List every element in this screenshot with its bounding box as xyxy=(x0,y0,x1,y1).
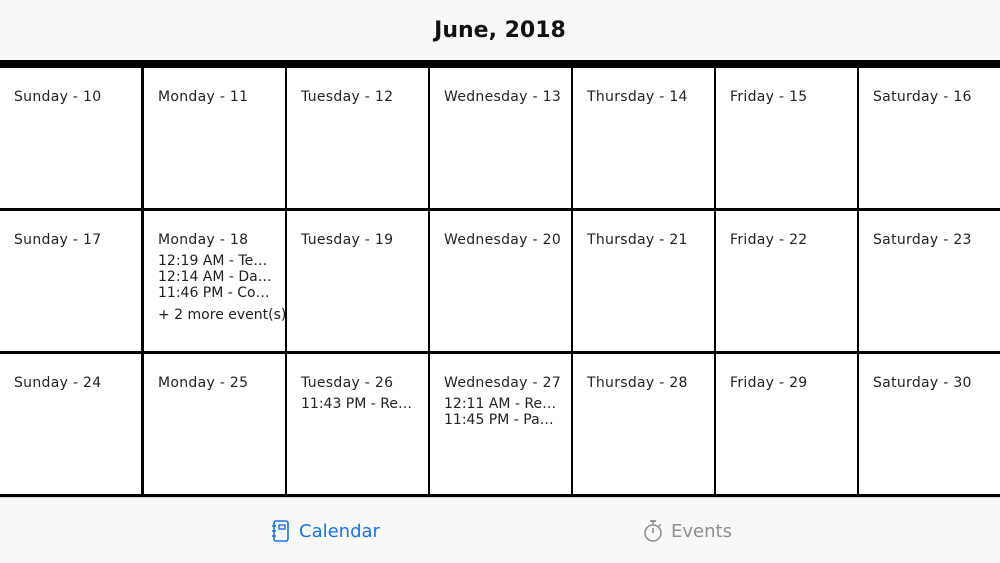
tab-calendar-label: Calendar xyxy=(299,520,380,542)
event-item[interactable]: 11:45 PM - Party! xyxy=(444,412,558,428)
day-label: Monday - 18 xyxy=(158,232,249,248)
month-title: June, 2018 xyxy=(434,17,566,43)
day-label: Saturday - 30 xyxy=(873,375,972,391)
day-cell[interactable]: Wednesday - 20 xyxy=(430,211,571,351)
day-cell[interactable]: Sunday - 24 xyxy=(0,354,141,494)
day-cell[interactable]: Wednesday - 27 12:11 AM - Relax! 11:45 PM … xyxy=(430,354,571,494)
day-label: Friday - 22 xyxy=(730,232,808,248)
day-cell[interactable]: Friday - 15 xyxy=(716,68,857,208)
day-label: Tuesday - 26 xyxy=(301,375,394,391)
calendar-icon xyxy=(271,519,291,543)
day-label: Wednesday - 20 xyxy=(444,232,562,248)
day-cell[interactable]: Thursday - 28 xyxy=(573,354,714,494)
day-label: Thursday - 21 xyxy=(587,232,688,248)
day-label: Saturday - 23 xyxy=(873,232,972,248)
day-label: Sunday - 17 xyxy=(14,232,102,248)
event-item[interactable]: 12:14 AM - Dan... xyxy=(158,269,272,285)
day-cell[interactable]: Saturday - 30 xyxy=(859,354,1000,494)
day-label: Tuesday - 19 xyxy=(301,232,394,248)
event-item[interactable]: 11:46 PM - Com... xyxy=(158,285,272,301)
day-label: Friday - 29 xyxy=(730,375,808,391)
day-label: Wednesday - 27 xyxy=(444,375,562,391)
navigation-bar: June, 2018 xyxy=(0,0,1000,60)
day-label: Monday - 25 xyxy=(158,375,249,391)
day-cell[interactable]: Sunday - 10 xyxy=(0,68,141,208)
event-item[interactable]: 11:43 PM - Retire xyxy=(301,396,415,412)
day-cell[interactable]: Friday - 22 xyxy=(716,211,857,351)
day-label: Sunday - 24 xyxy=(14,375,102,391)
tab-events[interactable]: Events xyxy=(643,518,732,544)
day-label: Wednesday - 13 xyxy=(444,89,562,105)
day-cell[interactable]: Saturday - 23 xyxy=(859,211,1000,351)
day-label: Saturday - 16 xyxy=(873,89,972,105)
day-cell[interactable]: Friday - 29 xyxy=(716,354,857,494)
event-item[interactable]: 12:11 AM - Relax! xyxy=(444,396,558,412)
day-cell[interactable]: Tuesday - 26 11:43 PM - Retire xyxy=(287,354,428,494)
calendar-week: Sunday - 17 Monday - 18 12:19 AM - Test...… xyxy=(0,211,1000,351)
calendar-grid: Sunday - 10 Monday - 11 Tuesday - 12 Wednes… xyxy=(0,60,1000,497)
day-cell[interactable]: Monday - 18 12:19 AM - Test... 12:14 AM - … xyxy=(144,211,285,351)
tab-calendar[interactable]: Calendar xyxy=(271,518,380,544)
day-label: Monday - 11 xyxy=(158,89,249,105)
day-cell[interactable]: Sunday - 17 xyxy=(0,211,141,351)
day-cell[interactable]: Tuesday - 12 xyxy=(287,68,428,208)
tab-bar: Calendar Events xyxy=(0,497,1000,563)
day-cell[interactable]: Tuesday - 19 xyxy=(287,211,428,351)
day-label: Tuesday - 12 xyxy=(301,89,394,105)
day-cell[interactable]: Monday - 11 xyxy=(144,68,285,208)
day-cell[interactable]: Wednesday - 13 xyxy=(430,68,571,208)
day-cell[interactable]: Thursday - 21 xyxy=(573,211,714,351)
day-label: Friday - 15 xyxy=(730,89,808,105)
stopwatch-icon xyxy=(643,519,663,543)
event-item[interactable]: 12:19 AM - Test... xyxy=(158,253,272,269)
day-label: Thursday - 28 xyxy=(587,375,688,391)
day-cell[interactable]: Saturday - 16 xyxy=(859,68,1000,208)
calendar-week: Sunday - 10 Monday - 11 Tuesday - 12 Wednes… xyxy=(0,68,1000,208)
day-cell[interactable]: Monday - 25 xyxy=(144,354,285,494)
day-label: Thursday - 14 xyxy=(587,89,688,105)
more-events-link[interactable]: + 2 more event(s) xyxy=(158,307,285,323)
day-label: Sunday - 10 xyxy=(14,89,102,105)
day-cell[interactable]: Thursday - 14 xyxy=(573,68,714,208)
tab-events-label: Events xyxy=(671,520,732,542)
calendar-week: Sunday - 24 Monday - 25 Tuesday - 26 11:43 … xyxy=(0,354,1000,494)
